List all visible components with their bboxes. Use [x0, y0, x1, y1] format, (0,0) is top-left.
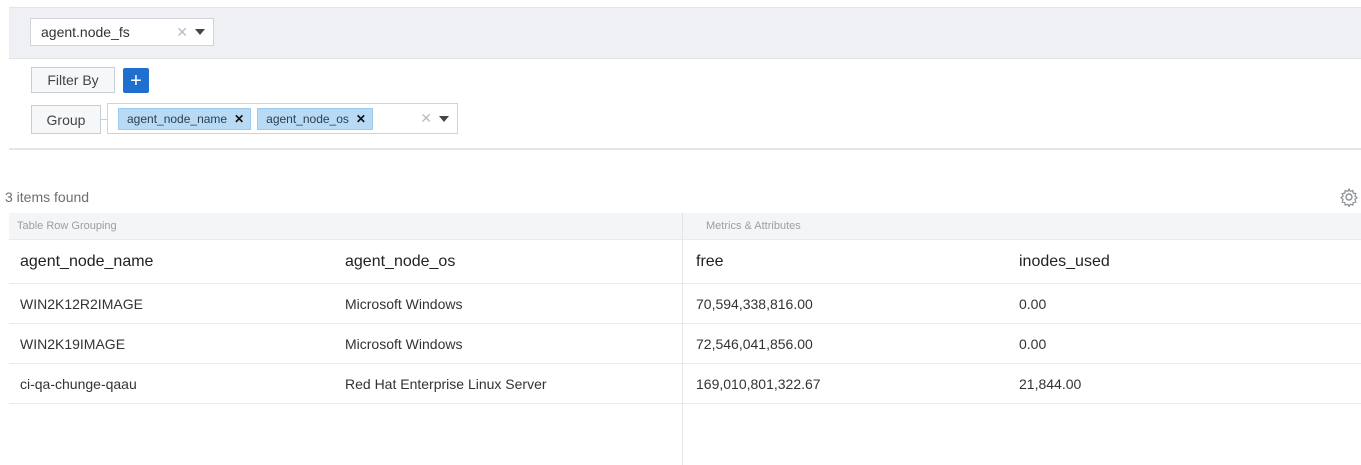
table-header-row: agent_node_name agent_node_os free inode… [9, 240, 1361, 284]
plus-icon: + [130, 69, 142, 92]
row-grouping-header: Table Row Grouping [9, 213, 682, 240]
results-table: Table Row Grouping Metrics & Attributes … [9, 213, 1361, 465]
cell-agent-node-name: WIN2K19IMAGE [20, 335, 126, 352]
cell-agent-node-name: WIN2K12R2IMAGE [20, 295, 143, 312]
column-header-agent-node-name[interactable]: agent_node_name [20, 240, 153, 283]
group-tag-agent-node-os: agent_node_os ✕ [257, 107, 373, 130]
column-header-agent-node-os[interactable]: agent_node_os [345, 240, 455, 283]
group-tag-label: agent_node_os [266, 111, 349, 126]
cell-agent-node-name: ci-qa-chunge-qaau [20, 375, 137, 392]
source-select-value: agent.node_fs [41, 24, 130, 40]
filter-by-label: Filter By [31, 67, 115, 93]
cell-inodes-used: 0.00 [1019, 295, 1047, 312]
cell-free: 169,010,801,322.67 [696, 375, 821, 392]
cell-agent-node-os: Red Hat Enterprise Linux Server [345, 375, 547, 392]
add-filter-button[interactable]: + [123, 68, 149, 93]
remove-tag-icon[interactable]: ✕ [356, 112, 366, 126]
group-select[interactable]: agent_node_name ✕ agent_node_os ✕ ✕ [107, 103, 458, 134]
column-header-free[interactable]: free [696, 240, 724, 283]
metrics-attributes-header: Metrics & Attributes [682, 213, 1361, 240]
group-label: Group [31, 105, 101, 134]
chevron-down-icon[interactable] [195, 29, 205, 35]
chevron-down-icon[interactable] [439, 115, 449, 122]
cell-free: 70,594,338,816.00 [696, 295, 813, 312]
table-row[interactable]: ci-qa-chunge-qaau Red Hat Enterprise Lin… [9, 364, 1361, 404]
remove-tag-icon[interactable]: ✕ [234, 112, 244, 126]
cell-free: 72,546,041,856.00 [696, 335, 813, 352]
table-row[interactable]: WIN2K19IMAGE Microsoft Windows 72,546,04… [9, 324, 1361, 364]
clear-icon[interactable]: ✕ [420, 110, 432, 127]
cell-inodes-used: 0.00 [1019, 335, 1047, 352]
cell-inodes-used: 21,844.00 [1019, 375, 1082, 392]
clear-icon[interactable]: ✕ [176, 24, 188, 41]
table-row[interactable]: WIN2K12R2IMAGE Microsoft Windows 70,594,… [9, 284, 1361, 324]
items-found-status: 3 items found [5, 189, 90, 205]
group-tag-label: agent_node_name [127, 111, 228, 126]
column-header-inodes-used[interactable]: inodes_used [1019, 240, 1110, 283]
cell-agent-node-os: Microsoft Windows [345, 295, 463, 312]
cell-agent-node-os: Microsoft Windows [345, 335, 463, 352]
gear-icon[interactable] [1339, 187, 1359, 207]
group-tag-agent-node-name: agent_node_name ✕ [118, 107, 252, 130]
query-panel: agent.node_fs ✕ Filter By + Group agent_… [9, 0, 1361, 150]
source-select[interactable]: agent.node_fs ✕ [30, 18, 214, 46]
